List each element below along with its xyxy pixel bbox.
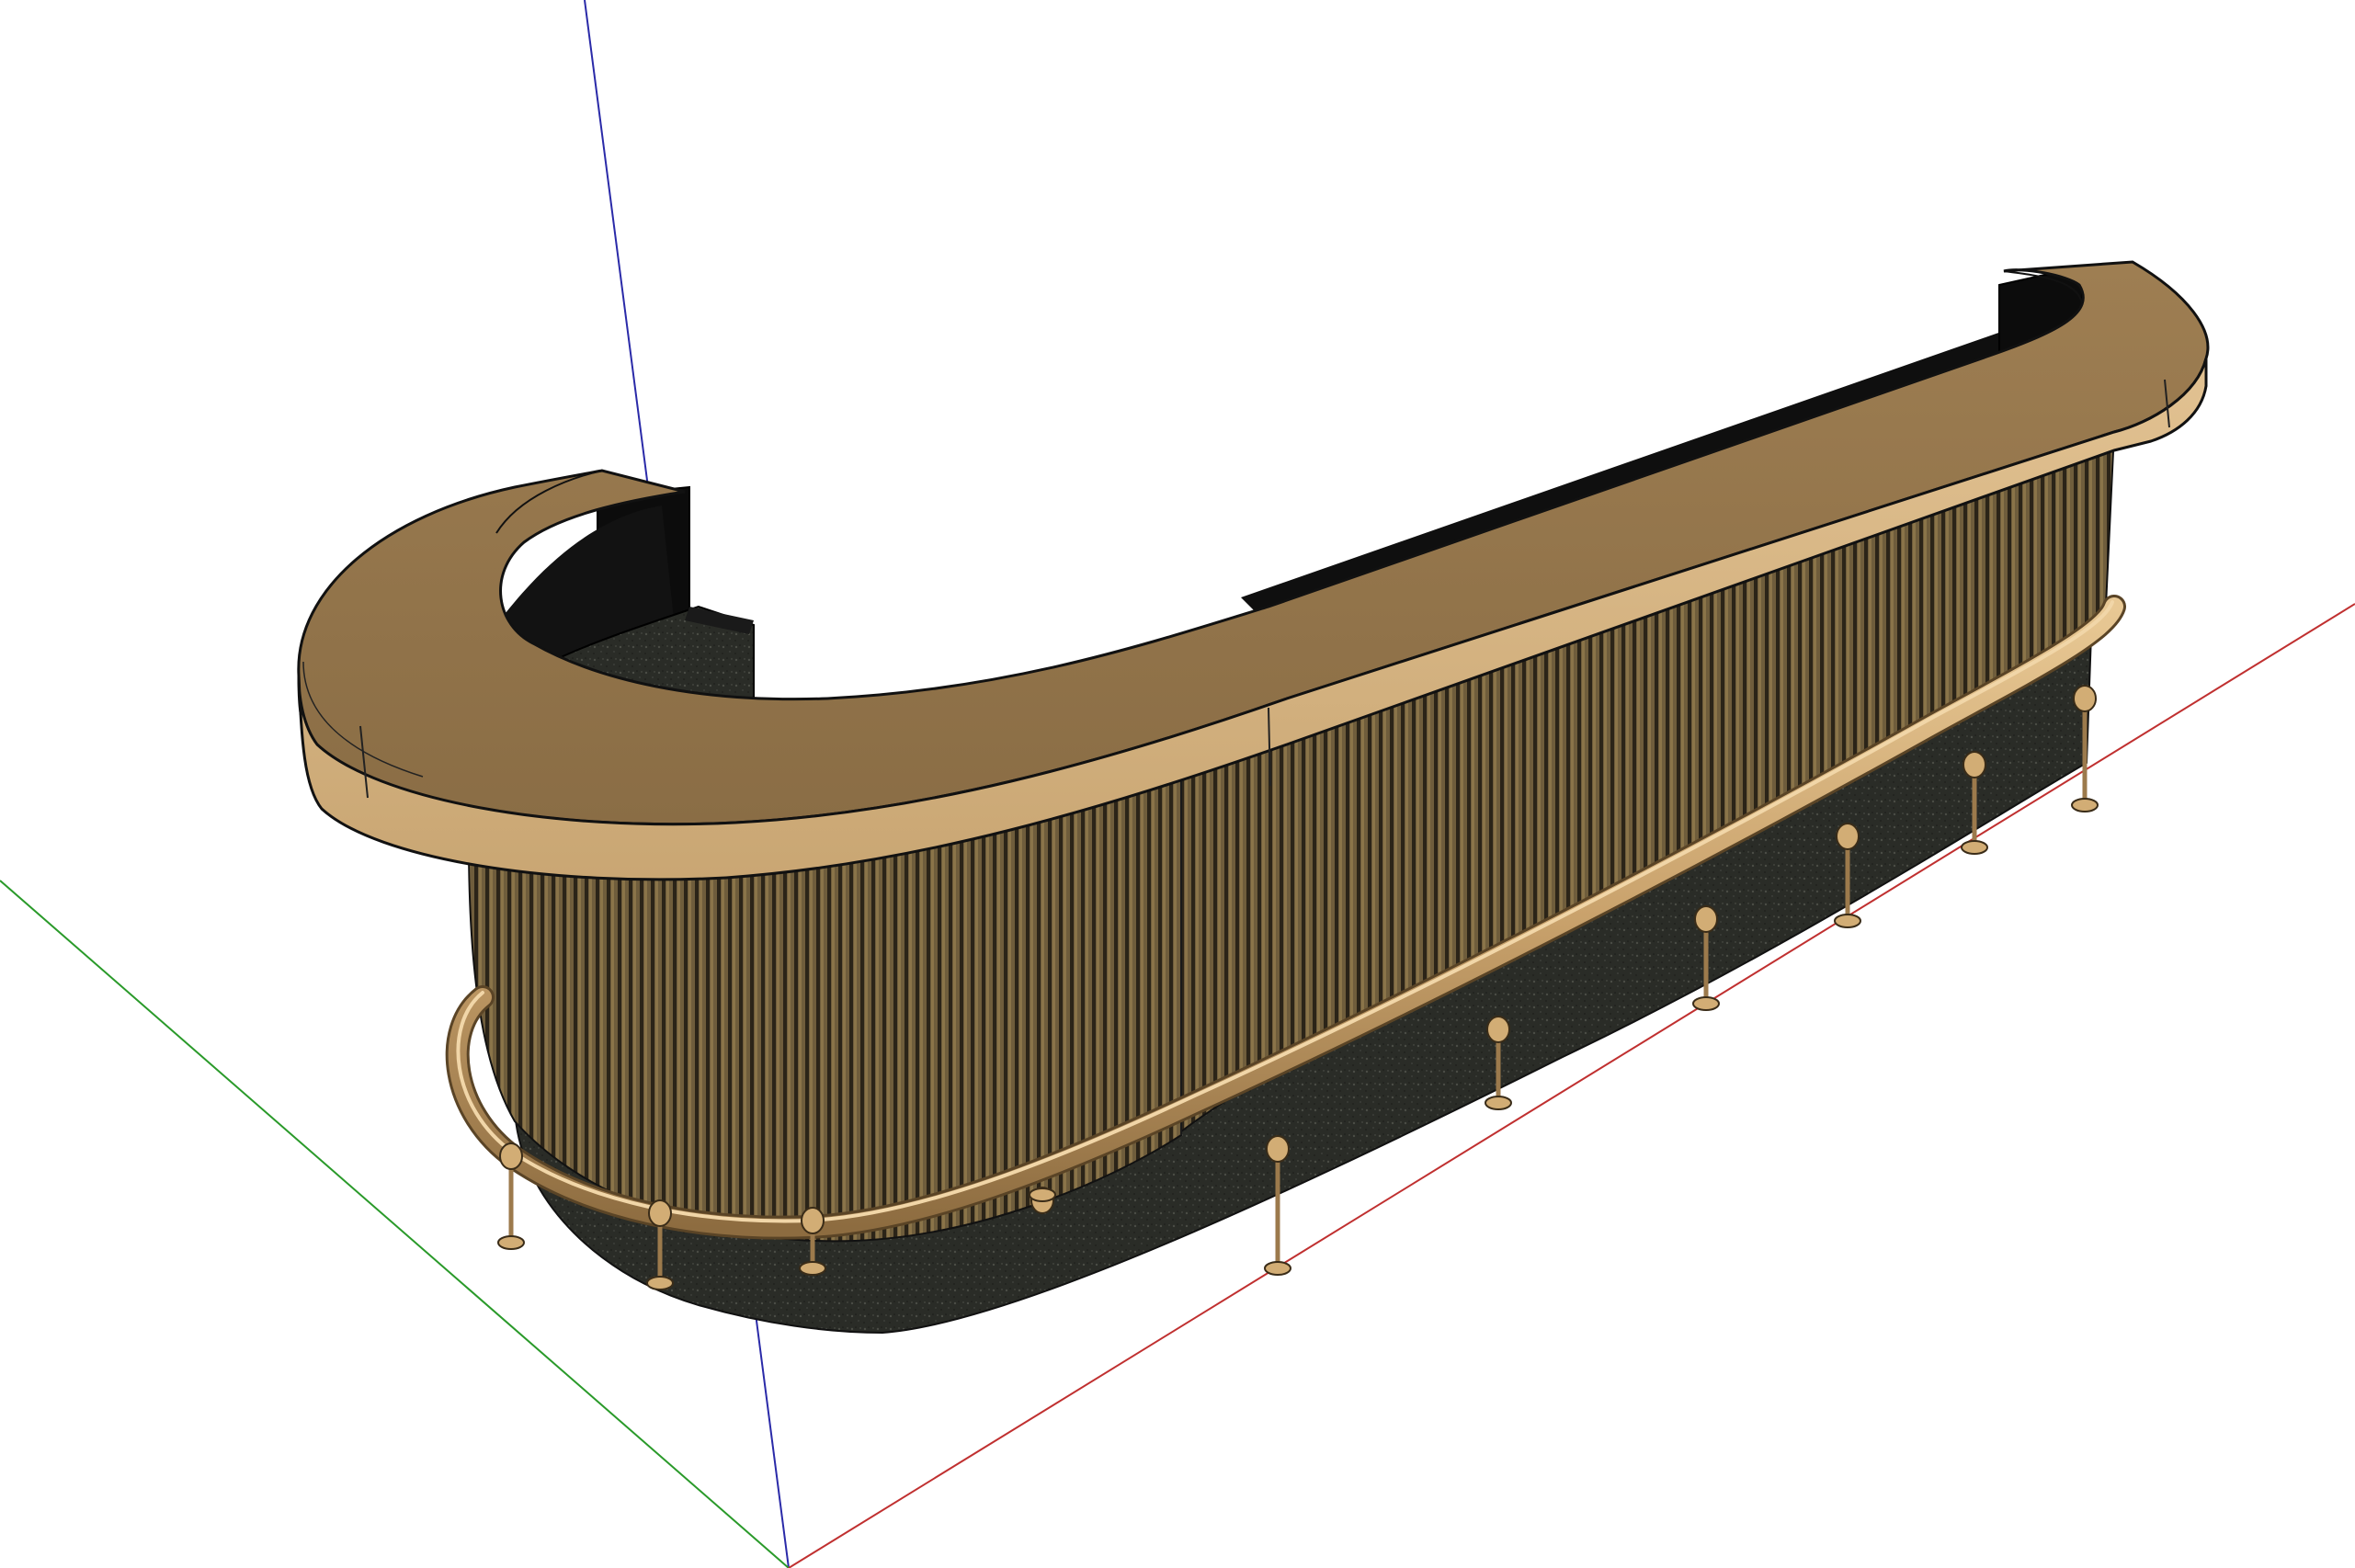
rail-post-collar	[1486, 1016, 1510, 1043]
rail-post-foot	[646, 1276, 674, 1290]
rail-post-collar	[1962, 751, 1986, 778]
rail-post-foot	[2071, 798, 2099, 812]
rail-post-foot	[1029, 1187, 1056, 1202]
rail-post-foot	[1264, 1261, 1291, 1276]
rail-post-foot	[497, 1235, 525, 1250]
rail-post-foot	[1961, 840, 1988, 855]
scene-canvas[interactable]	[0, 0, 2355, 1568]
rail-post-collar	[1694, 905, 1718, 933]
rail-post-foot	[1834, 914, 1861, 928]
rail-post-foot	[1692, 996, 1720, 1011]
rail-post-foot	[799, 1261, 826, 1276]
rail-post-foot	[1485, 1096, 1512, 1110]
rail-post-collar	[1266, 1135, 1290, 1163]
rail-post-collar	[801, 1207, 825, 1234]
rail-post-collar	[648, 1199, 672, 1227]
rail-post-collar	[2073, 685, 2097, 712]
modeling-viewport[interactable]	[0, 0, 2355, 1568]
rail-post-collar	[499, 1142, 523, 1170]
rail-post-collar	[1836, 823, 1860, 850]
